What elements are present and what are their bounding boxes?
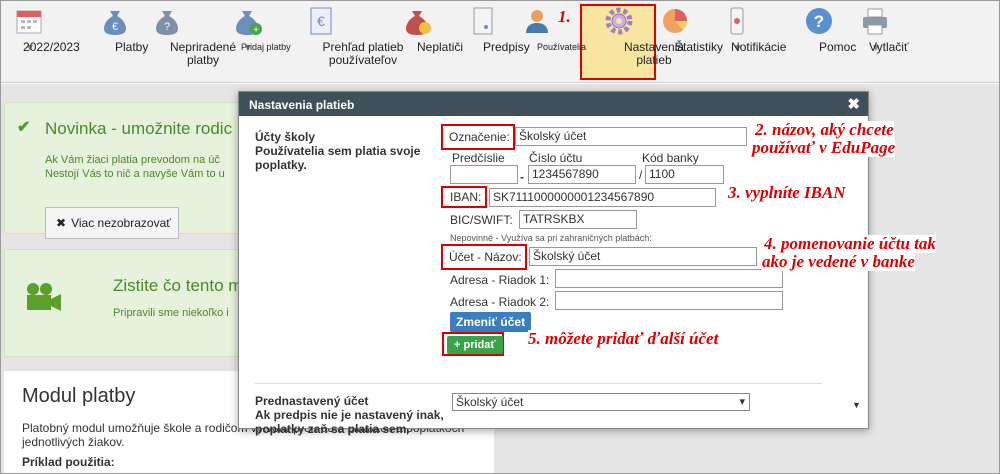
optional-note: Nepovinné - Využíva sa pri zahraničných … — [450, 233, 652, 243]
svg-text:+: + — [253, 25, 259, 36]
video-card: Zistite čo tento m Pripravili sme niekoľ… — [4, 249, 254, 357]
calendar-icon — [13, 5, 45, 37]
printer-icon — [859, 5, 891, 37]
dash-separator: - — [520, 170, 524, 184]
svg-text:€: € — [112, 21, 118, 33]
news-card: ✔ Novinka - umožnite rodic Ak Vám žiaci … — [4, 102, 254, 239]
scroll-down-icon[interactable]: ▼ — [852, 400, 861, 410]
bic-input[interactable]: TATRSKBX — [519, 210, 637, 229]
default-account-title: Prednastavený účet — [255, 394, 369, 408]
help-icon: ? — [803, 5, 835, 37]
modul-example: Príklad použitia: — [22, 455, 115, 469]
pie-chart-icon — [659, 5, 691, 37]
dialog-scrollbar[interactable]: ▲ ▼ — [846, 116, 868, 428]
chevron-down-icon: ▾ — [739, 396, 745, 408]
hide-news-button[interactable]: ✖ Viac nezobrazovať — [45, 207, 179, 239]
slash-separator: / — [639, 168, 643, 182]
bank-code-label: Kód banky — [642, 151, 699, 165]
gear-icon — [603, 5, 635, 37]
dialog-header: Nastavenia platieb ✖ — [239, 92, 868, 116]
annotation-step-1: 1. — [558, 7, 571, 26]
change-account-button[interactable]: Zmeniť účet — [450, 312, 532, 332]
default-account-select[interactable]: Školský účet ▾ — [452, 393, 750, 411]
prefix-input[interactable] — [450, 165, 518, 184]
prefix-label: Predčíslie — [452, 151, 505, 165]
toolbar-item-add-payments[interactable]: + Pridaj platby ▼ — [231, 5, 291, 55]
add-account-button[interactable]: + pridať — [447, 336, 503, 354]
annotation-step-2b: používať v EduPage — [752, 138, 896, 157]
euro-document-icon: € — [305, 5, 337, 37]
address-line-2-input[interactable] — [555, 291, 783, 310]
svg-text:?: ? — [814, 12, 824, 31]
default-account-desc: Ak predpis nie je nastavený inak, poplat… — [255, 408, 444, 436]
main-toolbar: 1. 2022/2023 ▼ € Platby ? Nepriradené pla… — [1, 1, 999, 83]
annotation-step-4: 4. pomenovanie účtu tak — [764, 234, 936, 253]
toolbar-item-statistics[interactable]: Štatistiky — [659, 5, 723, 54]
close-icon: ✖ — [56, 216, 67, 230]
accounts-desc: Používatelia sem platia svoje poplatky. — [255, 144, 421, 172]
toolbar-item-help[interactable]: ? Pomoc — [803, 5, 856, 54]
svg-text:?: ? — [164, 21, 170, 33]
money-bag-icon: € — [99, 5, 131, 37]
toolbar-item-notifications[interactable]: Notifikácie ▼ — [721, 5, 786, 55]
account-name-input[interactable]: Školský účet — [529, 247, 757, 266]
dialog-title: Nastavenia platieb — [249, 98, 355, 112]
address-line-2-label: Adresa - Riadok 2: — [450, 295, 550, 309]
iban-label: IBAN: — [450, 190, 482, 204]
document-icon — [467, 5, 499, 37]
toolbar-item-unassigned[interactable]: ? Nepriradené platby — [151, 5, 236, 67]
video-text: Pripravili sme niekoľko i — [113, 307, 229, 319]
account-name-label: Účet - Názov: — [449, 250, 522, 264]
annotation-step-5: 5. môžete pridať ďalší účet — [528, 329, 719, 348]
video-title: Zistite čo tento m — [113, 276, 243, 295]
news-line-2: Nestojí Vás to nič a navyše Vám to u — [45, 168, 225, 180]
address-line-1-label: Adresa - Riadok 1: — [450, 273, 550, 287]
news-title: Novinka - umožnite rodic — [45, 119, 233, 138]
bic-label: BIC/SWIFT: — [450, 213, 513, 227]
money-bag-add-icon: + — [231, 5, 263, 37]
annotation-step-4b: ako je vedené v banke — [762, 252, 915, 271]
toolbar-item-users[interactable]: Používatelia — [521, 5, 586, 52]
address-line-1-input[interactable] — [555, 269, 783, 288]
toolbar-item-school-year[interactable]: 2022/2023 ▼ — [13, 5, 80, 55]
section-divider — [255, 383, 822, 384]
accounts-title: Účty školy — [255, 130, 316, 144]
toolbar-item-overview[interactable]: € Prehľad platieb používateľov — [305, 5, 403, 67]
modul-heading: Modul platby — [22, 385, 136, 407]
toolbar-item-print[interactable]: Vytlačiť ▼ — [859, 5, 908, 55]
svg-text:€: € — [317, 13, 325, 29]
account-number-label: Číslo účtu — [529, 151, 583, 165]
phone-icon — [721, 5, 753, 37]
news-line-1: Ak Vám žiaci platia prevodom na úč — [45, 154, 220, 166]
money-bag-question-icon: ? — [151, 5, 183, 37]
iban-input[interactable]: SK7111000000001234567890 — [489, 188, 716, 207]
user-icon — [521, 5, 553, 37]
designation-input[interactable]: Školský účet — [515, 127, 747, 146]
toolbar-item-predpisy[interactable]: Predpisy — [467, 5, 530, 54]
annotation-step-3: 3. vyplníte IBAN — [728, 183, 846, 202]
bank-code-input[interactable]: 1100 — [645, 165, 724, 184]
video-camera-icon — [23, 280, 63, 317]
check-icon: ✔ — [17, 119, 31, 136]
toolbar-item-payment-settings[interactable]: Nastavenia platieb — [584, 5, 684, 67]
toolbar-item-debtors[interactable]: Neplatiči — [401, 5, 463, 54]
toolbar-item-platby[interactable]: € Platby — [99, 5, 148, 54]
dialog-body: Účty školy Používatelia sem platia svoje… — [239, 116, 839, 436]
money-bag-clock-icon — [401, 5, 433, 37]
account-number-input[interactable]: 1234567890 — [528, 165, 636, 184]
designation-label: Označenie: — [449, 130, 510, 144]
close-icon[interactable]: ✖ — [847, 95, 860, 113]
annotation-step-2: 2. názov, aký chcete — [755, 120, 894, 139]
